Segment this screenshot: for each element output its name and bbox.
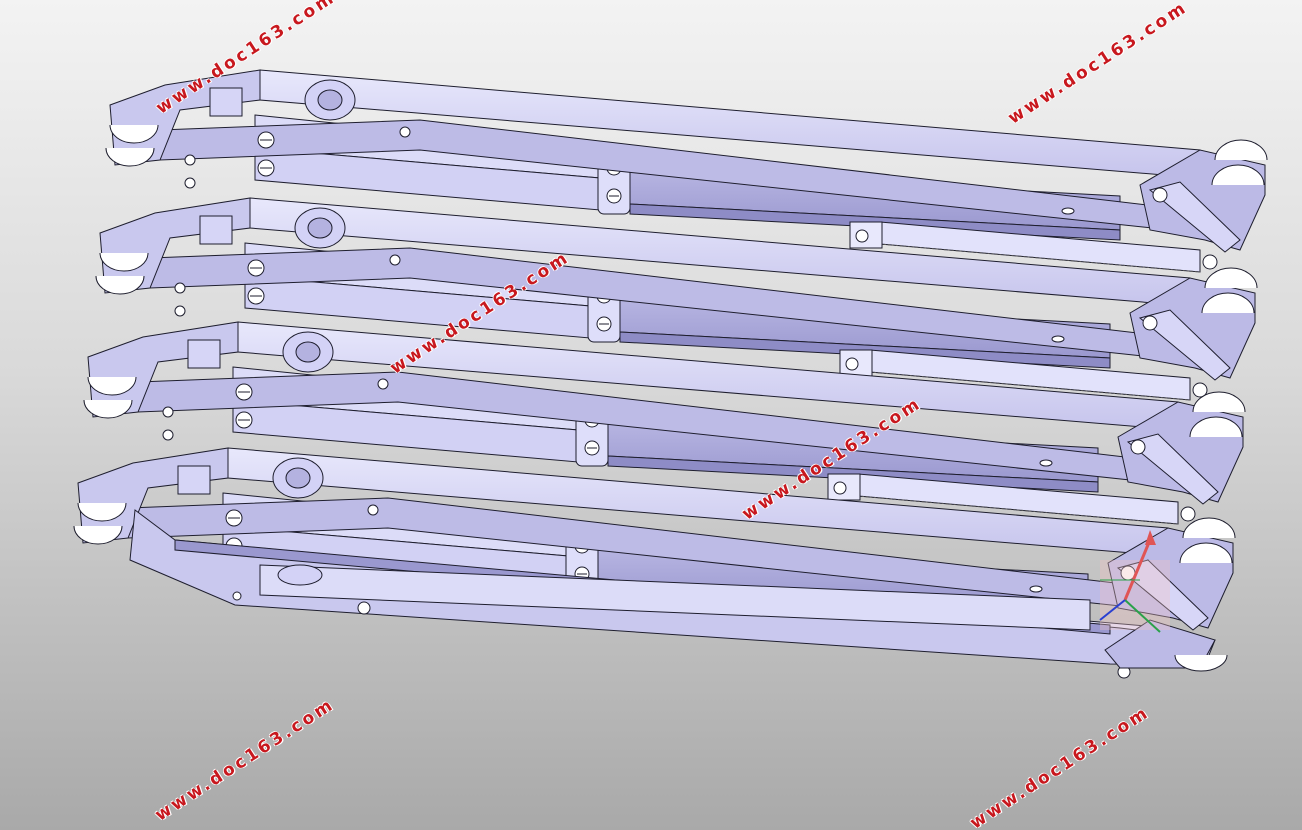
- scissor-mechanism-model: [73, 69, 1268, 679]
- cad-viewport[interactable]: www.doc163.com www.doc163.com www.doc163…: [0, 0, 1302, 830]
